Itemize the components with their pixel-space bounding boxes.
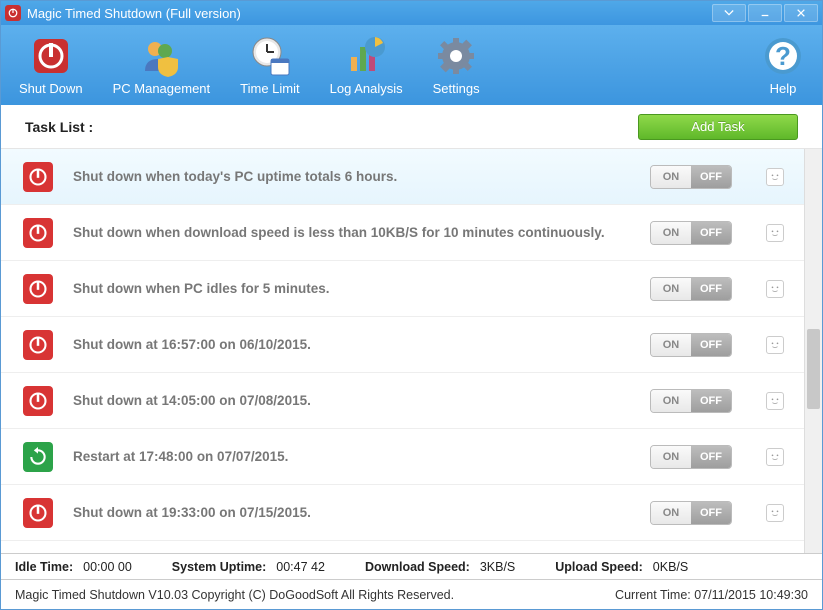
power-icon (30, 35, 72, 77)
clock-calendar-icon (249, 35, 291, 77)
pc-management-label: PC Management (113, 81, 211, 96)
users-shield-icon (140, 35, 182, 77)
settings-tool[interactable]: Settings (433, 35, 480, 96)
power-icon (23, 386, 53, 416)
settings-label: Settings (433, 81, 480, 96)
task-toggle[interactable]: ONOFF (650, 501, 732, 525)
footer: Magic Timed Shutdown V10.03 Copyright (C… (1, 579, 822, 609)
task-more-button[interactable] (766, 448, 784, 466)
task-row[interactable]: Shut down at 16:57:00 on 06/10/2015. ONOF… (1, 317, 804, 373)
task-description: Shut down at 19:33:00 on 07/15/2015. (73, 505, 630, 520)
idle-time-label: Idle Time: (15, 560, 73, 574)
task-description: Shut down when today's PC uptime totals … (73, 169, 630, 184)
status-bar: Idle Time: 00:00 00 System Uptime: 00:47… (1, 553, 822, 579)
task-description: Shut down when PC idles for 5 minutes. (73, 281, 630, 296)
chart-icon (345, 35, 387, 77)
power-icon (23, 218, 53, 248)
task-description: Shut down at 16:57:00 on 06/10/2015. (73, 337, 630, 352)
window-title: Magic Timed Shutdown (Full version) (27, 6, 241, 21)
toggle-on: ON (651, 446, 691, 468)
task-list: Shut down when today's PC uptime totals … (1, 149, 804, 553)
toggle-off: OFF (691, 446, 731, 468)
task-row[interactable]: Shut down at 19:33:00 on 07/15/2015. ONOF… (1, 485, 804, 541)
power-icon (23, 162, 53, 192)
current-time: Current Time: 07/11/2015 10:49:30 (615, 588, 808, 602)
uptime-value: 00:47 42 (276, 560, 325, 574)
task-description: Shut down at 14:05:00 on 07/08/2015. (73, 393, 630, 408)
toggle-off: OFF (691, 278, 731, 300)
toggle-on: ON (651, 502, 691, 524)
shutdown-label: Shut Down (19, 81, 83, 96)
content-area: Shut down when today's PC uptime totals … (1, 149, 822, 553)
task-row[interactable]: Shut down at 14:05:00 on 07/08/2015. ONOF… (1, 373, 804, 429)
pc-management-tool[interactable]: PC Management (113, 35, 211, 96)
toggle-on: ON (651, 390, 691, 412)
scrollbar-thumb[interactable] (807, 329, 820, 409)
add-task-button[interactable]: Add Task (638, 114, 798, 140)
gear-icon (435, 35, 477, 77)
toolbar: Shut Down PC Management Time Limit Log A… (1, 25, 822, 105)
help-label: Help (770, 81, 797, 96)
uptime-label: System Uptime: (172, 560, 266, 574)
task-toggle[interactable]: ONOFF (650, 389, 732, 413)
task-description: Shut down when download speed is less th… (73, 225, 630, 240)
task-more-button[interactable] (766, 392, 784, 410)
log-analysis-tool[interactable]: Log Analysis (330, 35, 403, 96)
task-more-button[interactable] (766, 224, 784, 242)
task-more-button[interactable] (766, 280, 784, 298)
upload-speed-label: Upload Speed: (555, 560, 643, 574)
toggle-off: OFF (691, 222, 731, 244)
task-toggle[interactable]: ONOFF (650, 165, 732, 189)
log-analysis-label: Log Analysis (330, 81, 403, 96)
power-icon (23, 498, 53, 528)
task-row[interactable]: Shut down when download speed is less th… (1, 205, 804, 261)
toggle-on: ON (651, 166, 691, 188)
task-toggle[interactable]: ONOFF (650, 277, 732, 301)
task-row[interactable]: Shut down when today's PC uptime totals … (1, 149, 804, 205)
shutdown-tool[interactable]: Shut Down (19, 35, 83, 96)
time-limit-label: Time Limit (240, 81, 299, 96)
svg-text:?: ? (775, 41, 791, 71)
toggle-on: ON (651, 334, 691, 356)
minimize-button[interactable] (748, 4, 782, 22)
idle-time-value: 00:00 00 (83, 560, 132, 574)
task-more-button[interactable] (766, 504, 784, 522)
task-more-button[interactable] (766, 336, 784, 354)
task-description: Restart at 17:48:00 on 07/07/2015. (73, 449, 630, 464)
power-icon (23, 330, 53, 360)
scrollbar[interactable] (804, 149, 822, 553)
task-list-label: Task List : (25, 119, 93, 135)
task-more-button[interactable] (766, 168, 784, 186)
toggle-off: OFF (691, 166, 731, 188)
time-limit-tool[interactable]: Time Limit (240, 35, 299, 96)
task-toggle[interactable]: ONOFF (650, 333, 732, 357)
help-icon: ? (762, 35, 804, 77)
task-toggle[interactable]: ONOFF (650, 445, 732, 469)
toggle-off: OFF (691, 390, 731, 412)
restart-icon (23, 442, 53, 472)
task-row[interactable]: Shut down when PC idles for 5 minutes. ON… (1, 261, 804, 317)
task-toggle[interactable]: ONOFF (650, 221, 732, 245)
upload-speed-value: 0KB/S (653, 560, 688, 574)
toggle-on: ON (651, 222, 691, 244)
task-list-header: Task List : Add Task (1, 105, 822, 149)
toggle-off: OFF (691, 502, 731, 524)
titlebar: Magic Timed Shutdown (Full version) (1, 1, 822, 25)
window: Magic Timed Shutdown (Full version) Shut… (0, 0, 823, 610)
download-speed-value: 3KB/S (480, 560, 515, 574)
copyright-text: Magic Timed Shutdown V10.03 Copyright (C… (15, 588, 454, 602)
toggle-on: ON (651, 278, 691, 300)
app-icon (5, 5, 21, 21)
download-speed-label: Download Speed: (365, 560, 470, 574)
power-icon (23, 274, 53, 304)
help-tool[interactable]: ? Help (762, 35, 804, 96)
close-button[interactable] (784, 4, 818, 22)
toggle-off: OFF (691, 334, 731, 356)
task-row[interactable]: Restart at 17:48:00 on 07/07/2015. ONOFF (1, 429, 804, 485)
help-titlebar-button[interactable] (712, 4, 746, 22)
